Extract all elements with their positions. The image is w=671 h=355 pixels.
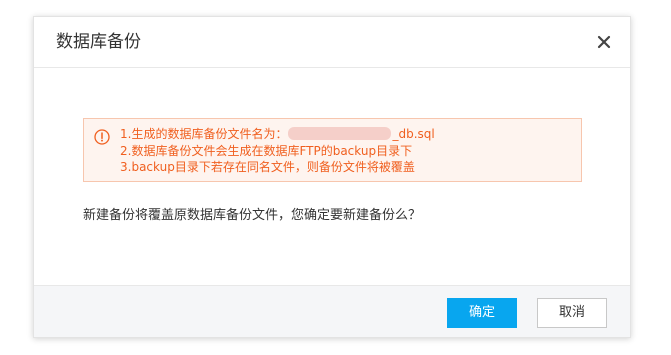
warning-alert: 1.生成的数据库备份文件名为： _db.sql 2.数据库备份文件会生成在数据库F… [83, 118, 582, 182]
alert-line-1-prefix: 1.生成的数据库备份文件名为： [120, 127, 288, 141]
confirm-question: 新建备份将覆盖原数据库备份文件，您确定要新建备份么？ [83, 208, 422, 223]
dialog-footer: 确定 取消 [34, 285, 630, 337]
close-icon[interactable] [594, 32, 614, 52]
redacted-name [288, 127, 392, 140]
alert-line-1: 1.生成的数据库备份文件名为： _db.sql [120, 126, 435, 143]
alert-line-2: 2.数据库备份文件会生成在数据库FTP的backup目录下 [120, 143, 413, 158]
cancel-button[interactable]: 取消 [537, 298, 607, 328]
dialog-title: 数据库备份 [56, 32, 141, 52]
warning-circle-icon [94, 129, 110, 145]
alert-line-3: 3.backup目录下若存在同名文件，则备份文件将被覆盖 [120, 160, 415, 174]
alert-text: 1.生成的数据库备份文件名为： _db.sql 2.数据库备份文件会生成在数据库F… [120, 126, 435, 176]
dialog-header: 数据库备份 [34, 17, 630, 68]
backup-dialog: 数据库备份 1.生成的数据库备份文件名为： _db.sql 2.数据库备份文件会… [33, 16, 631, 338]
alert-line-1-suffix: _db.sql [392, 127, 435, 141]
confirm-button[interactable]: 确定 [447, 298, 517, 328]
dialog-body: 1.生成的数据库备份文件名为： _db.sql 2.数据库备份文件会生成在数据库F… [34, 68, 630, 287]
